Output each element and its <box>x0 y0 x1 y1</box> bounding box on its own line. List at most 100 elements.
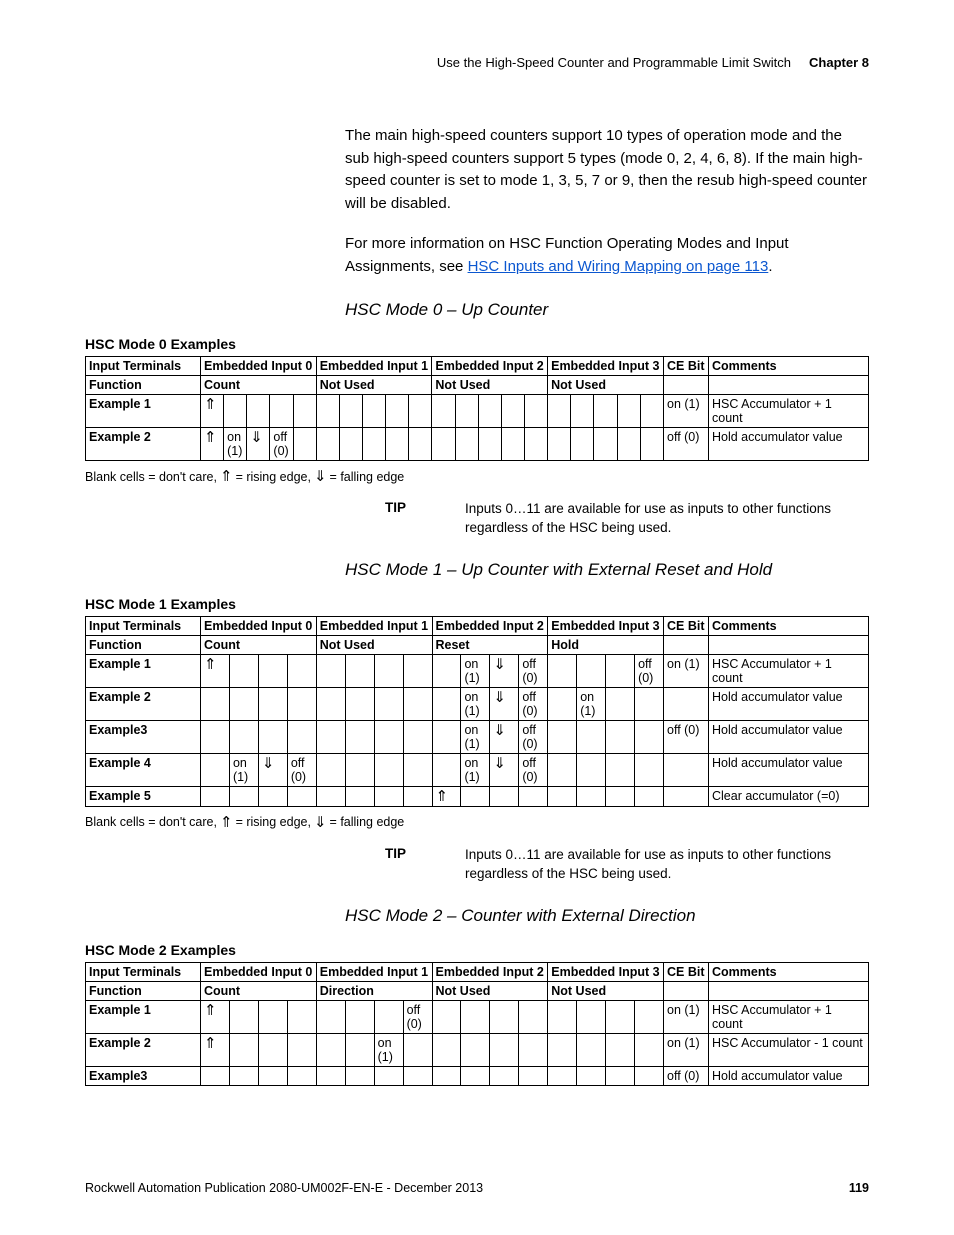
fn-nu2: Not Used <box>548 981 664 1000</box>
cell: off (0) <box>519 753 548 786</box>
legend-mode1: Blank cells = don't care, ⇑ = rising edg… <box>85 815 869 830</box>
th-e2: Embedded Input 2 <box>432 616 548 635</box>
cell: HSC Accumulator + 1 count <box>709 395 869 428</box>
mode2-caption: HSC Mode 2 Examples <box>85 942 869 958</box>
chapter-label: Chapter 8 <box>809 55 869 70</box>
falling-arrow-icon: ⇓ <box>490 687 519 720</box>
fn-hold: Hold <box>548 635 664 654</box>
rising-arrow-icon: ⇑ <box>220 815 233 830</box>
table-row: Example 2 ⇑ on (1) ⇓ off (0) off (0) Hol… <box>86 428 869 461</box>
row-label: Example3 <box>86 1066 201 1085</box>
row-label: Example 2 <box>86 1033 201 1066</box>
mode1-table: Input Terminals Embedded Input 0 Embedde… <box>85 616 869 807</box>
cell: Hold accumulator value <box>709 720 869 753</box>
paragraph-2: For more information on HSC Function Ope… <box>345 233 869 278</box>
table-row: Example 5 ⇑ Clear accumulator (=0) <box>86 786 869 806</box>
cell: on (1) <box>461 753 490 786</box>
th-e1: Embedded Input 1 <box>316 616 432 635</box>
table-row: Example3 off (0) Hold accumulator value <box>86 1066 869 1085</box>
legend-text: = rising edge, <box>236 815 311 829</box>
falling-arrow-icon: ⇓ <box>258 753 287 786</box>
paragraph-1: The main high-speed counters support 10 … <box>345 125 869 215</box>
row-label: Example 1 <box>86 395 201 428</box>
cell: off (0) <box>287 753 316 786</box>
tip-block-1: TIP Inputs 0…11 are available for use as… <box>385 846 869 884</box>
th-e3: Embedded Input 3 <box>548 962 664 981</box>
table-row: Example 2 ⇑ on (1) on (1) HSC Accumulato… <box>86 1033 869 1066</box>
cell: off (0) <box>635 654 664 687</box>
fn-nu: Not Used <box>432 981 548 1000</box>
page-number: 119 <box>849 1181 869 1195</box>
legend-text: = falling edge <box>330 815 405 829</box>
cell: Hold accumulator value <box>709 1066 869 1085</box>
table-row: Example 2 on (1)⇓off (0) on (1) Hold acc… <box>86 687 869 720</box>
mode0-title: HSC Mode 0 – Up Counter <box>345 300 869 320</box>
th-ce: CE Bit <box>664 616 709 635</box>
cell: on (1) <box>461 687 490 720</box>
mode2-table: Input Terminals Embedded Input 0 Embedde… <box>85 962 869 1086</box>
page-header: Use the High-Speed Counter and Programma… <box>85 55 869 70</box>
rising-arrow-icon: ⇑ <box>432 786 461 806</box>
fn-count: Count <box>201 635 317 654</box>
falling-arrow-icon: ⇓ <box>314 815 327 830</box>
rising-arrow-icon: ⇑ <box>201 395 224 428</box>
row-label: Example 4 <box>86 753 201 786</box>
table-row: Example 1 ⇑ on (1) HSC Accumulator + 1 c… <box>86 395 869 428</box>
cell: off (0) <box>664 1066 709 1085</box>
fn-direction: Direction <box>316 981 432 1000</box>
th-function: Function <box>86 376 201 395</box>
th-function: Function <box>86 981 201 1000</box>
th-input: Input Terminals <box>86 357 201 376</box>
link-hsc-inputs[interactable]: HSC Inputs and Wiring Mapping on page 11… <box>468 258 769 275</box>
row-label: Example 2 <box>86 428 201 461</box>
th-comments: Comments <box>709 962 869 981</box>
cell: HSC Accumulator + 1 count <box>709 654 869 687</box>
row-label: Example 1 <box>86 1000 201 1033</box>
th-e3: Embedded Input 3 <box>548 357 664 376</box>
mode2-title: HSC Mode 2 – Counter with External Direc… <box>345 906 869 926</box>
cell: Hold accumulator value <box>709 753 869 786</box>
table-row: Example3 on (1)⇓off (0) off (0) Hold acc… <box>86 720 869 753</box>
tip-block-0: TIP Inputs 0…11 are available for use as… <box>385 500 869 538</box>
th-input: Input Terminals <box>86 616 201 635</box>
mode0-caption: HSC Mode 0 Examples <box>85 336 869 352</box>
footer-publication: Rockwell Automation Publication 2080-UM0… <box>85 1181 483 1195</box>
falling-arrow-icon: ⇓ <box>490 654 519 687</box>
fn-nu: Not Used <box>316 635 432 654</box>
cell: on (1) <box>461 720 490 753</box>
mode0-table: Input Terminals Embedded Input 0 Embedde… <box>85 356 869 461</box>
cell: Hold accumulator value <box>709 428 869 461</box>
legend-text: Blank cells = don't care, <box>85 470 217 484</box>
legend-mode0: Blank cells = don't care, ⇑ = rising edg… <box>85 469 869 484</box>
row-label: Example 1 <box>86 654 201 687</box>
th-e0: Embedded Input 0 <box>201 357 317 376</box>
cell: off (0) <box>403 1000 432 1033</box>
th-e1: Embedded Input 1 <box>316 357 432 376</box>
legend-text: Blank cells = don't care, <box>85 815 217 829</box>
tip-text: Inputs 0…11 are available for use as inp… <box>465 846 869 884</box>
cell: Clear accumulator (=0) <box>709 786 869 806</box>
cell: on (1) <box>664 395 709 428</box>
th-e3: Embedded Input 3 <box>548 616 664 635</box>
cell: Hold accumulator value <box>709 687 869 720</box>
cell: off (0) <box>519 654 548 687</box>
th-e2: Embedded Input 2 <box>432 357 548 376</box>
rising-arrow-icon: ⇑ <box>220 469 233 484</box>
cell: on (1) <box>374 1033 403 1066</box>
cell: off (0) <box>519 720 548 753</box>
th-comments: Comments <box>709 357 869 376</box>
tip-label: TIP <box>385 500 465 538</box>
cell: on (1) <box>577 687 606 720</box>
fn-reset: Reset <box>432 635 548 654</box>
cell: on (1) <box>664 654 709 687</box>
row-label: Example 2 <box>86 687 201 720</box>
rising-arrow-icon: ⇑ <box>201 1000 230 1033</box>
fn-nu2: Not Used <box>432 376 548 395</box>
fn-nu1: Not Used <box>316 376 432 395</box>
tip-text: Inputs 0…11 are available for use as inp… <box>465 500 869 538</box>
table-row: Example 4 on (1)⇓off (0) on (1)⇓off (0) … <box>86 753 869 786</box>
table-row: Example 1 ⇑ off (0) on (1) HSC Accumulat… <box>86 1000 869 1033</box>
cell: off (0) <box>519 687 548 720</box>
fn-count: Count <box>201 376 317 395</box>
falling-arrow-icon: ⇓ <box>490 753 519 786</box>
